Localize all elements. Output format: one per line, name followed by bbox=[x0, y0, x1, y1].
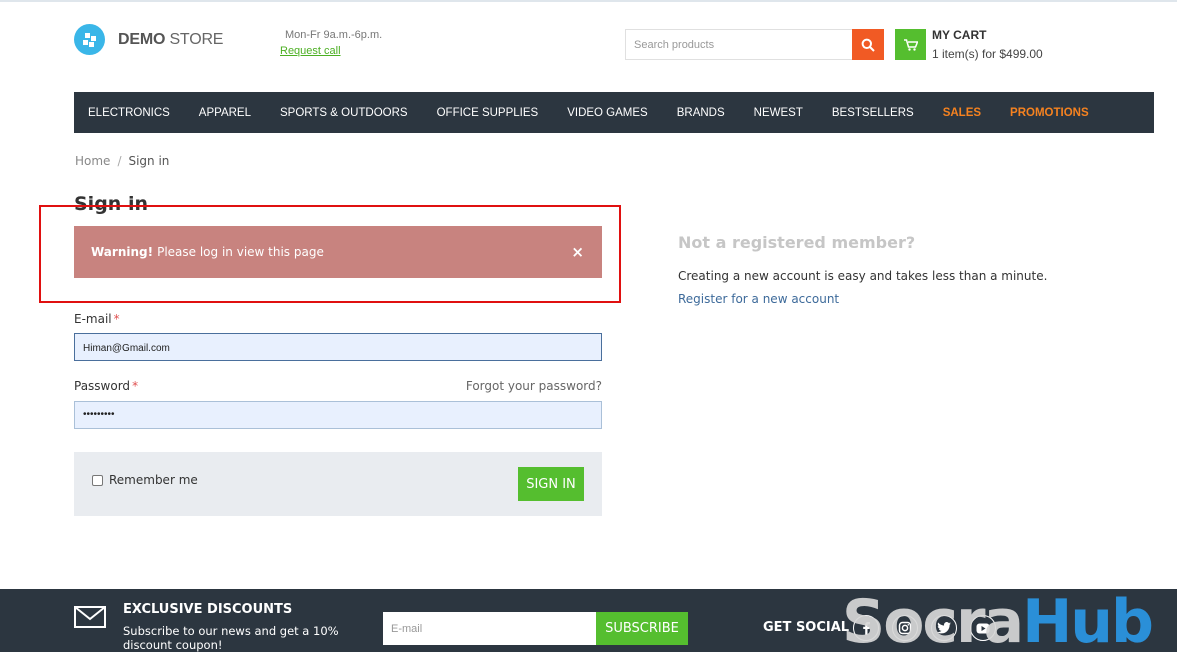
nav-item-video-games[interactable]: VIDEO GAMES bbox=[567, 107, 648, 119]
cart-button[interactable] bbox=[895, 29, 926, 60]
logo-text: DEMO STORE bbox=[118, 30, 224, 48]
nav-item-bestsellers[interactable]: BESTSELLERS bbox=[832, 107, 914, 119]
register-link[interactable]: Register for a new account bbox=[678, 292, 839, 306]
nav-item-office-supplies[interactable]: OFFICE SUPPLIES bbox=[437, 107, 539, 119]
email-field[interactable]: Himan@Gmail.com bbox=[74, 333, 602, 361]
nav-item-electronics[interactable]: ELECTRONICS bbox=[88, 107, 170, 119]
discount-text: Subscribe to our news and get a 10% disc… bbox=[123, 624, 339, 652]
nav-item-apparel[interactable]: APPAREL bbox=[199, 107, 251, 119]
breadcrumb-separator: / bbox=[117, 154, 122, 168]
register-text: Creating a new account is easy and takes… bbox=[678, 269, 1048, 283]
newsletter-email-input[interactable]: E-mail bbox=[383, 612, 597, 645]
forgot-password-link[interactable]: Forgot your password? bbox=[466, 379, 602, 393]
nav-item-brands[interactable]: BRANDS bbox=[677, 107, 725, 119]
remember-me-label[interactable]: Remember me bbox=[109, 473, 198, 487]
cart-title[interactable]: MY CART bbox=[932, 28, 986, 42]
cart-icon bbox=[903, 38, 918, 51]
password-label: Password * bbox=[74, 379, 139, 393]
logo-icon bbox=[74, 24, 105, 55]
envelope-icon bbox=[74, 606, 106, 628]
nav-item-sales[interactable]: SALES bbox=[943, 107, 981, 119]
discount-title: EXCLUSIVE DISCOUNTS bbox=[123, 602, 293, 617]
social-title: GET SOCIAL bbox=[763, 620, 850, 635]
form-actions: Remember me SIGN IN bbox=[74, 452, 602, 516]
subscribe-button[interactable]: SUBSCRIBE bbox=[596, 612, 688, 645]
business-hours: Mon-Fr 9a.m.-6p.m. bbox=[285, 29, 383, 41]
search-input[interactable]: Search products bbox=[625, 29, 853, 60]
highlight-frame bbox=[39, 205, 621, 303]
request-call-link[interactable]: Request call bbox=[280, 45, 341, 57]
store-logo[interactable]: DEMO STORE bbox=[74, 24, 223, 55]
password-field[interactable]: ••••••••• bbox=[74, 401, 602, 429]
cart-summary[interactable]: 1 item(s) for $499.00 bbox=[932, 47, 1043, 61]
main-nav: ELECTRONICS APPAREL SPORTS & OUTDOORS OF… bbox=[74, 92, 1154, 133]
breadcrumb: Home / Sign in bbox=[75, 154, 169, 168]
nav-item-newest[interactable]: NEWEST bbox=[754, 107, 803, 119]
search-icon bbox=[861, 38, 875, 52]
search-button[interactable] bbox=[852, 29, 884, 60]
nav-item-sports-outdoors[interactable]: SPORTS & OUTDOORS bbox=[280, 107, 408, 119]
sign-in-button[interactable]: SIGN IN bbox=[518, 467, 584, 501]
nav-item-promotions[interactable]: PROMOTIONS bbox=[1010, 107, 1089, 119]
email-label: E-mail * bbox=[74, 312, 120, 326]
breadcrumb-current: Sign in bbox=[128, 154, 170, 168]
remember-me-checkbox[interactable] bbox=[92, 475, 103, 486]
top-border bbox=[0, 0, 1177, 2]
register-title: Not a registered member? bbox=[678, 233, 916, 252]
breadcrumb-home[interactable]: Home bbox=[75, 154, 110, 168]
socrahub-watermark: SocraHub bbox=[842, 587, 1154, 652]
footer: EXCLUSIVE DISCOUNTS Subscribe to our new… bbox=[0, 587, 1177, 652]
